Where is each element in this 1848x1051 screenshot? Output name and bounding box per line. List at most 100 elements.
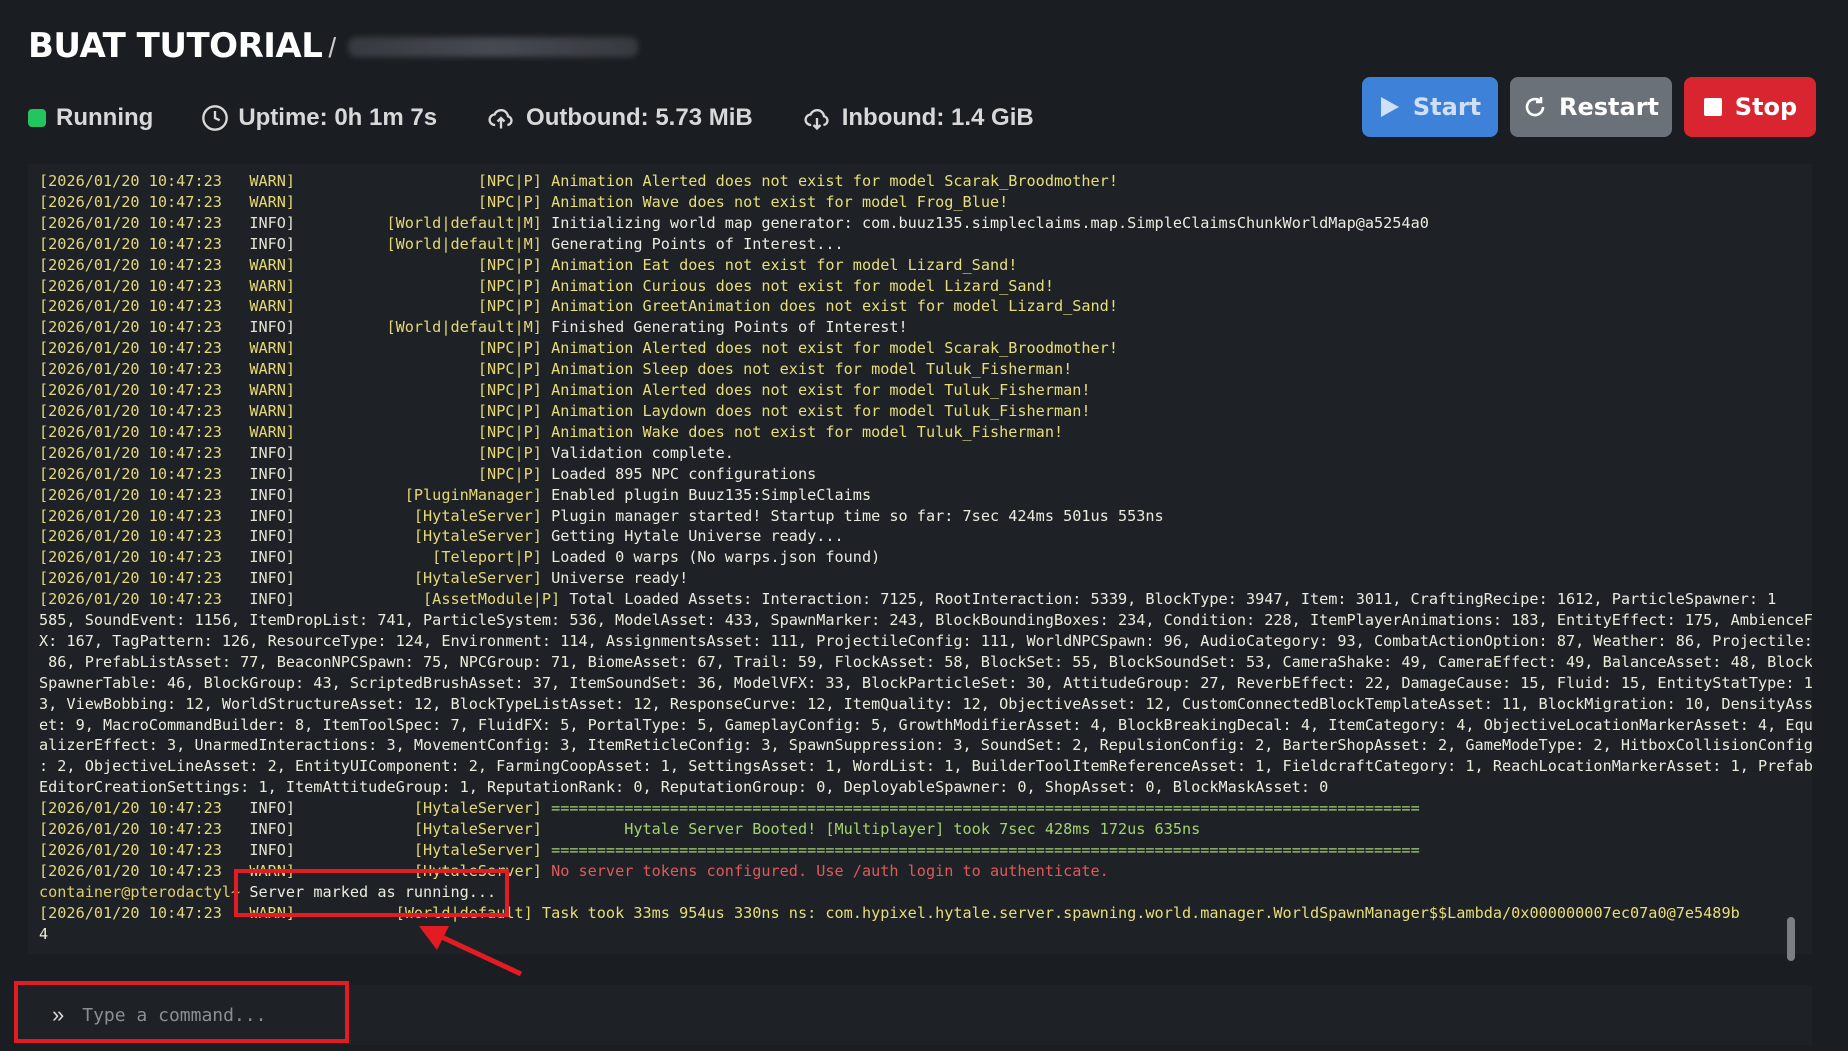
log-message: Animation Laydown does not exist for mod… [541, 401, 1091, 420]
console-line: [2026/01/20 10:47:23 INFO] [HytaleServer… [39, 526, 1812, 547]
log-level: WARN] [249, 401, 296, 420]
log-level: INFO] [249, 464, 296, 483]
console-line: [2026/01/20 10:47:23 WARN] [HytaleServer… [39, 861, 1812, 882]
log-source: [NPC|P] [295, 339, 542, 358]
log-source: [AssetModule|P] [295, 590, 561, 609]
log-source: [HytaleServer] [295, 820, 542, 839]
log-timestamp: [2026/01/20 10:47:23 [39, 464, 222, 483]
log-timestamp: [2026/01/20 10:47:23 [39, 903, 222, 922]
console-line: [2026/01/20 10:47:23 INFO] [HytaleServer… [39, 798, 1812, 819]
console-line: [2026/01/20 10:47:23 INFO] [AssetModule|… [39, 589, 1812, 610]
log-level: INFO] [249, 590, 296, 609]
log-level: INFO] [249, 506, 296, 525]
log-message: No server tokens configured. Use /auth l… [541, 861, 1109, 880]
running-status-dot [28, 109, 46, 127]
log-level: WARN] [249, 172, 296, 190]
command-bar: » [16, 985, 1812, 1045]
console-line: [2026/01/20 10:47:23 WARN] [NPC|P] Anima… [39, 359, 1812, 380]
log-message: Validation complete. [541, 443, 734, 462]
log-message: Universe ready! [541, 569, 689, 588]
console-line: [2026/01/20 10:47:23 WARN] [NPC|P] Anima… [39, 401, 1812, 422]
log-message: Animation Wake does not exist for model … [541, 422, 1064, 441]
log-source: [NPC|P] [295, 401, 542, 420]
console-line: [2026/01/20 10:47:23 INFO] [HytaleServer… [39, 506, 1812, 527]
log-source: [World|default|M] [295, 234, 542, 253]
log-timestamp: [2026/01/20 10:47:23 [39, 548, 222, 567]
log-message: Initializing world map generator: com.bu… [541, 213, 1429, 232]
console-line: [2026/01/20 10:47:23 INFO] [NPC|P] Loade… [39, 464, 1812, 485]
cloud-download-icon [804, 109, 829, 131]
log-source: [HytaleServer] [295, 841, 542, 859]
log-timestamp: [2026/01/20 10:47:23 [39, 422, 222, 441]
start-button-label: Start [1412, 93, 1482, 121]
console-scrollbar[interactable] [1787, 917, 1795, 961]
log-continuation: 585, SoundEvent: 1156, ItemDropList: 741… [39, 611, 1812, 630]
log-level: WARN] [249, 192, 296, 211]
log-timestamp: [2026/01/20 10:47:23 [39, 569, 222, 588]
log-message: Loaded 895 NPC configurations [541, 464, 817, 483]
console-line: [2026/01/20 10:47:23 INFO] [HytaleServer… [39, 819, 1812, 840]
log-message: Server marked as running... [240, 882, 497, 901]
log-level: INFO] [249, 527, 296, 546]
server-console-page: BUAT TUTORIAL / Running Uptime: 0h 1m 7s… [0, 0, 1848, 1051]
restart-button[interactable]: Restart [1510, 77, 1672, 137]
log-message: Enabled plugin Buuz135:SimpleClaims [541, 485, 872, 504]
log-level: WARN] [249, 297, 296, 316]
log-message: Getting Hytale Universe ready... [541, 527, 844, 546]
log-message: Animation Curious does not exist for mod… [541, 276, 1054, 295]
console-line: [2026/01/20 10:47:23 INFO] [HytaleServer… [39, 840, 1812, 861]
log-continuation: : 2, ObjectiveLineAsset: 2, EntityUIComp… [39, 757, 1812, 776]
log-source: [NPC|P] [295, 276, 542, 295]
console-line: [2026/01/20 10:47:23 INFO] [Teleport|P] … [39, 547, 1812, 568]
log-timestamp: [2026/01/20 10:47:23 [39, 820, 222, 839]
log-continuation: alizerEffect: 3, UnarmedInteractions: 3,… [39, 736, 1812, 755]
log-timestamp: [2026/01/20 10:47:23 [39, 443, 222, 462]
log-level: WARN] [249, 276, 296, 295]
stop-button[interactable]: Stop [1684, 77, 1816, 137]
play-icon [1380, 97, 1399, 117]
log-source: [NPC|P] [295, 172, 542, 190]
log-level: WARN] [249, 903, 296, 922]
log-level: INFO] [249, 234, 296, 253]
log-continuation: 4 [39, 924, 49, 943]
log-message: ========================================… [541, 841, 1420, 859]
log-source: [NPC|P] [295, 422, 542, 441]
log-timestamp: [2026/01/20 10:47:23 [39, 401, 222, 420]
log-level: INFO] [249, 820, 296, 839]
log-level: WARN] [249, 422, 296, 441]
console-line: [2026/01/20 10:47:23 WARN] [World|defaul… [39, 903, 1812, 924]
log-level: INFO] [249, 841, 296, 859]
console-line: EditorCreationSettings: 1, ItemAttitudeG… [39, 777, 1812, 798]
server-stats: Running Uptime: 0h 1m 7s Outbound: 5.73 … [28, 104, 1082, 132]
log-timestamp: [2026/01/20 10:47:23 [39, 799, 222, 818]
command-input[interactable] [82, 1004, 683, 1026]
console-line: [2026/01/20 10:47:23 WARN] [NPC|P] Anima… [39, 422, 1812, 443]
log-source: [Teleport|P] [295, 548, 542, 567]
uptime-label: Uptime: 0h 1m 7s [238, 104, 438, 131]
log-timestamp: [2026/01/20 10:47:23 [39, 360, 222, 379]
log-source: [HytaleServer] [295, 569, 542, 588]
log-message: Animation Alerted does not exist for mod… [541, 339, 1118, 358]
console-line: [2026/01/20 10:47:23 INFO] [HytaleServer… [39, 568, 1812, 589]
log-timestamp: [2026/01/20 10:47:23 [39, 527, 222, 546]
outbound-label: Outbound: 5.73 MiB [526, 104, 753, 131]
log-level: WARN] [249, 255, 296, 274]
log-level: INFO] [249, 569, 296, 588]
console-line: [2026/01/20 10:47:23 WARN] [NPC|P] Anima… [39, 296, 1812, 317]
log-timestamp: [2026/01/20 10:47:23 [39, 861, 222, 880]
log-source: [HytaleServer] [295, 799, 542, 818]
console-prompt: container@pterodactyl~ [39, 882, 241, 901]
page-title: BUAT TUTORIAL [28, 26, 323, 66]
console-line: 3, ViewBobbing: 12, WorldStructureAsset:… [39, 694, 1812, 715]
log-message: ========================================… [541, 799, 1420, 818]
console-output: [2026/01/20 10:47:23 WARN] [NPC|P] Anima… [28, 164, 1812, 954]
log-timestamp: [2026/01/20 10:47:23 [39, 172, 222, 190]
log-timestamp: [2026/01/20 10:47:23 [39, 590, 222, 609]
log-message: Generating Points of Interest... [541, 234, 844, 253]
log-timestamp: [2026/01/20 10:47:23 [39, 318, 222, 337]
console-line: SpawnerTable: 46, BlockGroup: 43, Script… [39, 673, 1812, 694]
console-line: 4 [39, 924, 1812, 945]
uptime-stat: Uptime: 0h 1m 7s [201, 104, 437, 132]
start-button[interactable]: Start [1362, 77, 1498, 137]
log-source: [PluginManager] [295, 485, 542, 504]
